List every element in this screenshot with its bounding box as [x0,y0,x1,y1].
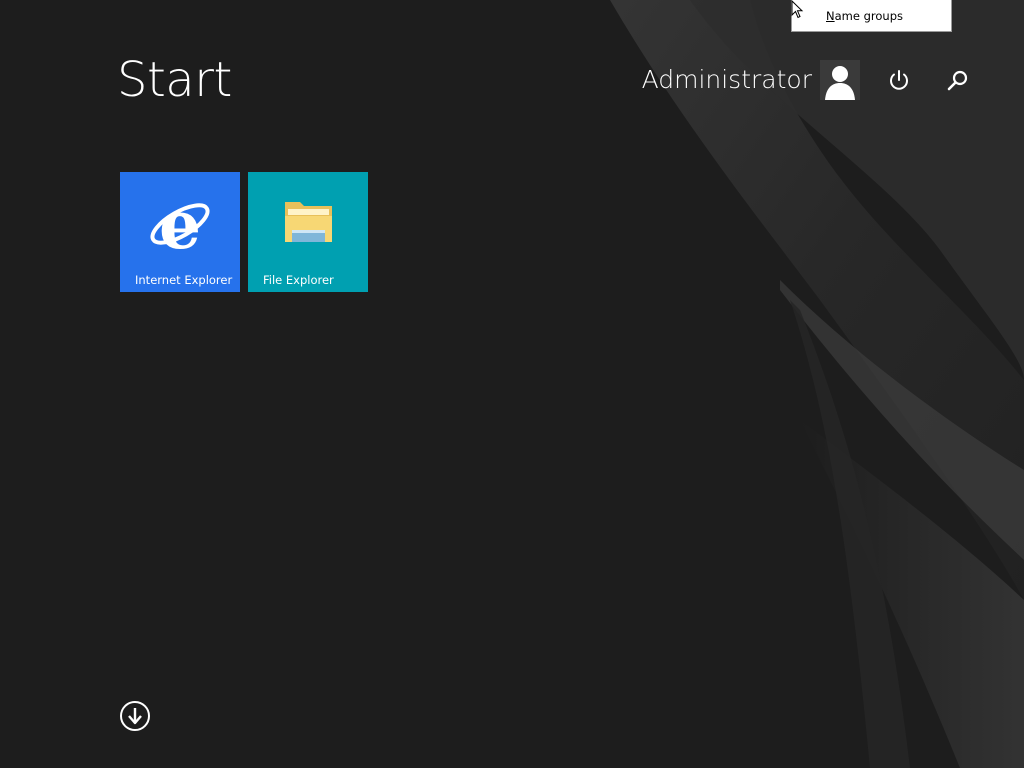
tile-label: File Explorer [263,273,334,287]
menu-item-name-groups[interactable]: Name groups [826,9,903,23]
down-arrow-circle-icon [120,701,150,731]
menu-item-label: ame groups [834,9,903,23]
user-avatar-icon[interactable] [820,60,860,100]
menu-item-mnemonic: N [826,9,835,23]
user-name[interactable]: Administrator [642,64,812,96]
mouse-cursor-icon [791,0,804,19]
all-apps-button[interactable] [119,700,151,732]
search-button[interactable] [942,66,972,96]
folder-icon [285,202,332,242]
internet-explorer-icon: e [150,186,210,264]
context-menu: Name groups [791,0,952,32]
tile-internet-explorer[interactable]: e Internet Explorer [120,172,240,292]
tile-label: Internet Explorer [135,273,233,287]
tile-file-explorer[interactable]: File Explorer [248,172,368,292]
page-title: Start [117,52,232,108]
power-icon [890,70,908,90]
search-icon [947,70,968,91]
start-screen: Start Administrator e Internet Explorer [0,0,1024,768]
background-art [610,0,1024,768]
svg-text:e: e [159,186,201,264]
power-button[interactable] [884,66,914,96]
